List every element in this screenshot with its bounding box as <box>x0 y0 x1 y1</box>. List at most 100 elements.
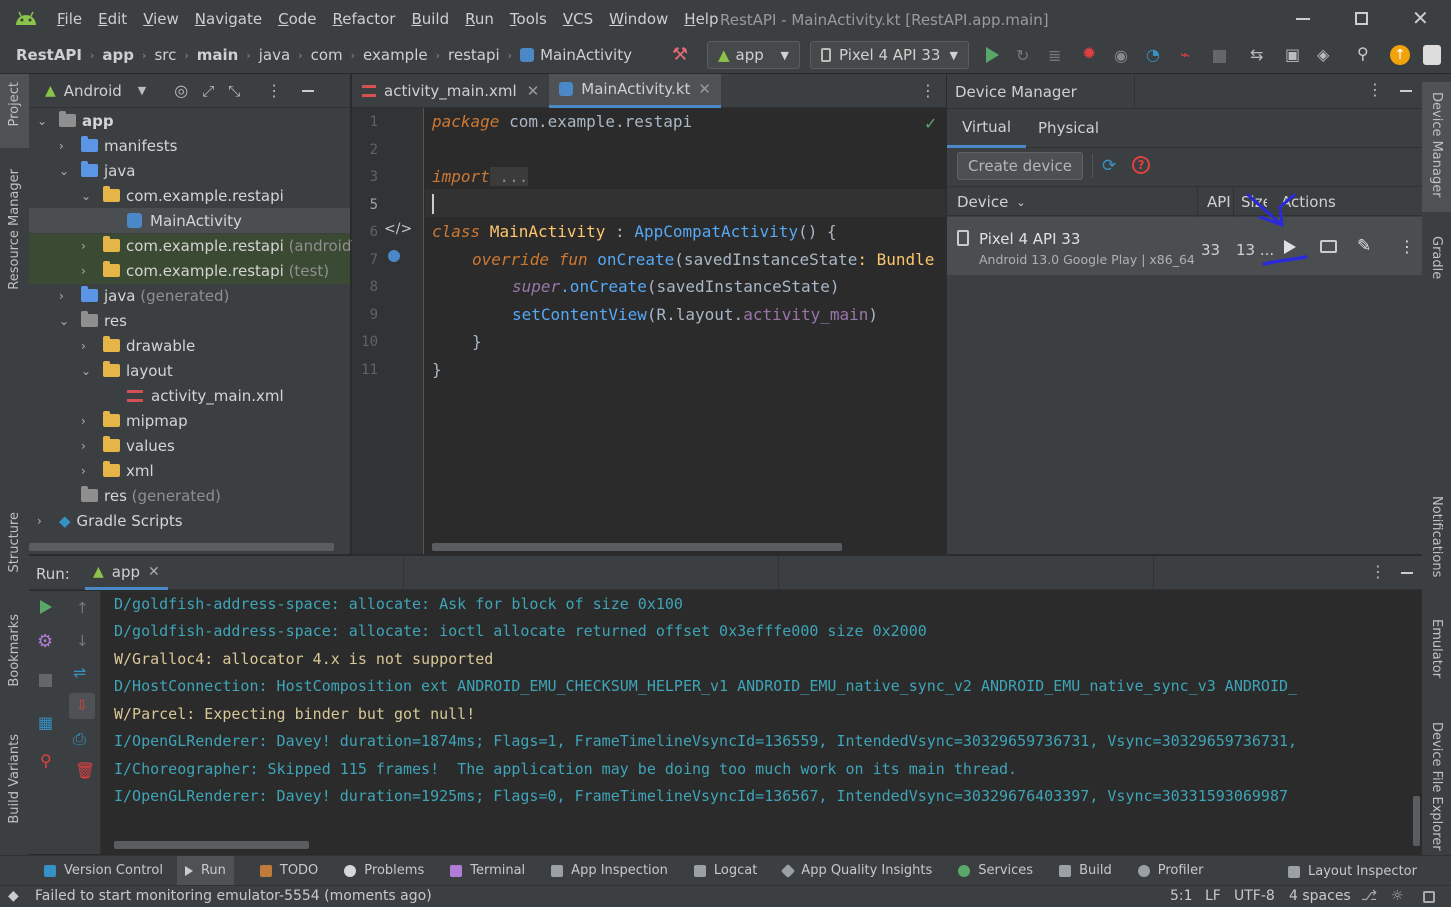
code-line-11[interactable]: } <box>432 360 442 379</box>
apply-code-changes-icon[interactable]: ≣ <box>1048 46 1061 65</box>
layers-icon[interactable]: ◆ <box>8 888 19 904</box>
device-row[interactable]: Pixel 4 API 33 Android 13.0 Google Play … <box>947 217 1422 275</box>
tree-item-package-androidtest[interactable]: › com.example.restapi (androidTes <box>81 233 375 258</box>
hammer-build-icon[interactable]: ⚒ <box>672 44 688 65</box>
folder-icon[interactable] <box>1320 240 1337 253</box>
pin-icon[interactable]: ⚲ <box>40 751 52 770</box>
tool-logcat[interactable]: Logcat <box>693 863 757 878</box>
stop-icon[interactable] <box>1213 50 1226 63</box>
layout-preview-icon[interactable]: </> <box>384 221 412 237</box>
menu-file[interactable]: File <box>57 10 82 28</box>
indent-setting[interactable]: 4 spaces <box>1289 888 1351 904</box>
breadcrumb-project[interactable]: RestAPI <box>16 46 82 64</box>
tool-problems[interactable]: Problems <box>344 863 424 878</box>
run-icon[interactable] <box>984 46 1000 64</box>
rerun-icon[interactable] <box>39 599 53 615</box>
close-tab-icon[interactable]: ✕ <box>527 82 540 100</box>
column-api[interactable]: API <box>1207 193 1231 211</box>
tree-item-activity-main-xml[interactable]: activity_main.xml <box>127 383 284 408</box>
gradle-tool-button[interactable]: Gradle <box>1429 236 1444 279</box>
device-file-explorer-tool-button[interactable]: Device File Explorer <box>1429 722 1444 851</box>
tree-item-gradle-scripts[interactable]: › ◆ Gradle Scripts <box>37 508 183 533</box>
tree-item-mipmap[interactable]: › mipmap <box>81 408 188 433</box>
options-icon[interactable]: ⋮ <box>266 81 282 100</box>
collapse-all-icon[interactable]: ⤡ <box>228 82 240 100</box>
tool-build[interactable]: Build <box>1059 863 1112 878</box>
search-icon[interactable]: ⚲ <box>1357 44 1369 63</box>
notifications-tool-button[interactable]: Notifications <box>1429 496 1444 577</box>
menu-code[interactable]: Code <box>278 10 316 28</box>
menu-window[interactable]: Window <box>609 10 668 28</box>
chevron-down-icon[interactable]: ▼ <box>138 84 146 97</box>
apply-changes-icon[interactable]: ↻ <box>1016 46 1029 65</box>
code-line-7[interactable]: override fun onCreate(savedInstanceState… <box>472 250 934 269</box>
status-message[interactable]: Failed to start monitoring emulator-5554… <box>35 888 432 904</box>
scroll-to-end-icon[interactable]: ⇩ <box>69 693 95 719</box>
scroll-down-icon[interactable]: ↓ <box>76 632 89 650</box>
options-icon[interactable]: ⋮ <box>1370 562 1386 581</box>
debug-icon[interactable]: ✹ <box>1082 44 1096 64</box>
close-tab-icon[interactable]: ✕ <box>148 564 160 580</box>
profiler-icon[interactable]: ◔ <box>1146 45 1160 64</box>
emulator-tool-button[interactable]: Emulator <box>1429 619 1444 678</box>
scroll-up-icon[interactable]: ↑ <box>76 599 89 617</box>
tab-physical[interactable]: Physical <box>1026 108 1111 148</box>
layout-icon[interactable]: ▦ <box>38 713 53 732</box>
menu-build[interactable]: Build <box>411 10 449 28</box>
tool-terminal[interactable]: Terminal <box>450 863 525 878</box>
clear-all-icon[interactable]: 🗑 <box>75 761 95 780</box>
create-device-button[interactable]: Create device <box>957 152 1083 180</box>
line-separator[interactable]: LF <box>1205 888 1221 904</box>
run-config-dropdown[interactable]: ▲ app ▼ <box>707 41 800 69</box>
tree-item-package[interactable]: ⌄ com.example.restapi <box>81 183 284 208</box>
coverage-icon[interactable]: ◉ <box>1114 46 1128 65</box>
run-tab-app[interactable]: ▲ app ✕ <box>85 556 168 590</box>
code-line-6[interactable]: class MainActivity : AppCompatActivity()… <box>432 222 837 241</box>
tool-todo[interactable]: TODO <box>259 863 318 878</box>
column-device[interactable]: Device ⌄ <box>957 193 1026 211</box>
git-branch-icon[interactable]: ⎇ <box>1361 888 1377 904</box>
code-line-10[interactable]: } <box>472 332 482 351</box>
refresh-icon[interactable]: ⟳ <box>1102 156 1116 176</box>
soft-wrap-icon[interactable]: ⇌ <box>73 663 86 682</box>
breadcrumb-mainactivity[interactable]: MainActivity <box>540 46 632 64</box>
build-variants-tool-button[interactable]: Build Variants <box>7 734 22 824</box>
device-options-icon[interactable]: ⋮ <box>1399 237 1415 256</box>
tree-item-package-test[interactable]: › com.example.restapi (test) <box>81 258 329 283</box>
menu-navigate[interactable]: Navigate <box>195 10 262 28</box>
breadcrumb-example[interactable]: example <box>363 46 428 64</box>
menu-tools[interactable]: Tools <box>510 10 547 28</box>
print-icon[interactable]: ⎙ <box>73 729 86 749</box>
options-icon[interactable]: ⋮ <box>1367 80 1383 99</box>
menu-vcs[interactable]: VCS <box>563 10 593 28</box>
tab-options-icon[interactable]: ⋮ <box>920 81 936 100</box>
tool-services[interactable]: Services <box>958 863 1033 878</box>
tab-activity-main-xml[interactable]: activity_main.xml ✕ <box>352 74 549 108</box>
override-marker-icon[interactable] <box>388 250 400 262</box>
editor-horizontal-scrollbar[interactable] <box>432 543 842 551</box>
caret-position[interactable]: 5:1 <box>1170 888 1193 904</box>
tab-mainactivity-kt[interactable]: MainActivity.kt ✕ <box>549 73 721 108</box>
update-icon[interactable]: ↑ <box>1390 45 1410 65</box>
settings-gear-icon[interactable]: ⚙ <box>37 631 53 652</box>
close-tab-icon[interactable]: ✕ <box>698 80 711 98</box>
minimize-icon[interactable] <box>1296 18 1310 20</box>
tree-item-res[interactable]: ⌄ res <box>59 308 127 333</box>
menu-edit[interactable]: Edit <box>98 10 127 28</box>
bookmarks-tool-button[interactable]: Bookmarks <box>7 614 22 687</box>
tool-layout-inspector[interactable]: Layout Inspector <box>1288 864 1417 879</box>
log-vertical-scrollbar[interactable] <box>1413 796 1420 846</box>
maximize-icon[interactable] <box>1355 12 1368 25</box>
stop-icon[interactable] <box>39 674 52 687</box>
breadcrumb-java[interactable]: java <box>259 46 290 64</box>
breadcrumb-main[interactable]: main <box>197 46 239 64</box>
tree-item-mainactivity[interactable]: MainActivity <box>127 208 242 233</box>
menu-run[interactable]: Run <box>465 10 494 28</box>
device-manager-icon[interactable]: ▣ <box>1285 45 1300 64</box>
breadcrumb-src[interactable]: src <box>154 46 176 64</box>
tool-app-quality-insights[interactable]: App Quality Insights <box>781 863 932 878</box>
resource-manager-tool-button[interactable]: Resource Manager <box>7 169 22 290</box>
code-line-1[interactable]: package com.example.restapi <box>432 112 692 131</box>
sync-gradle-icon[interactable]: ⇆ <box>1250 45 1263 64</box>
avatar[interactable] <box>1423 45 1441 65</box>
